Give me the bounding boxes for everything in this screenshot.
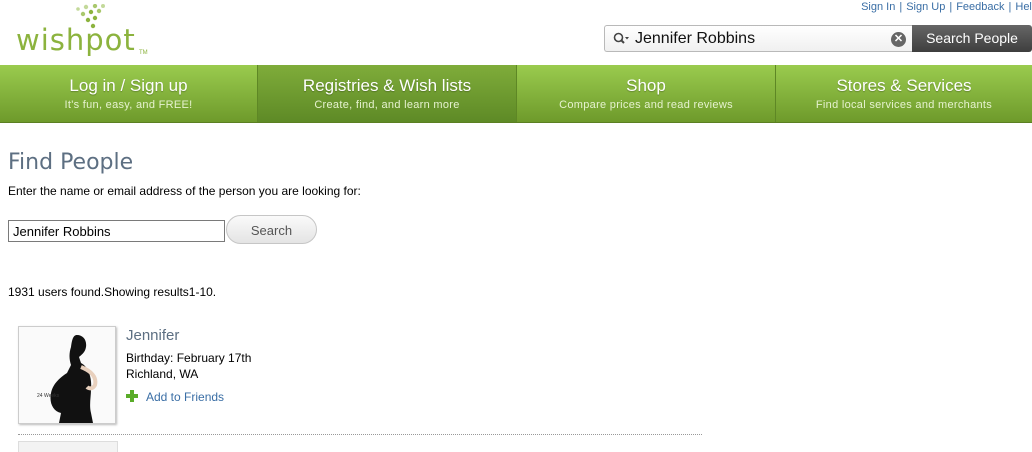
people-search-field[interactable]: Jennifer Robbins ✕ (604, 25, 912, 52)
separator: | (949, 1, 953, 13)
wishpot-logo[interactable]: wishpot TM (16, 4, 156, 60)
separator: | (899, 1, 903, 13)
top-links: Sign In|Sign Up|Feedback|Help (861, 1, 1032, 13)
main-nav: Log in / Sign up It's fun, easy, and FRE… (0, 65, 1032, 123)
result-location: Richland, WA (126, 367, 199, 381)
result-birthday: Birthday: February 17th (126, 351, 252, 365)
profile-photo[interactable]: 24 Weeks (18, 326, 116, 424)
photo-caption: 24 Weeks (37, 393, 60, 399)
help-link[interactable]: Help (1015, 1, 1032, 13)
result-name-link[interactable]: Jennifer (126, 327, 179, 344)
separator: | (1008, 1, 1012, 13)
nav-registries[interactable]: Registries & Wish lists Create, find, an… (258, 65, 517, 122)
nav-subtitle: It's fun, easy, and FREE! (64, 99, 193, 111)
page-title: Find People (8, 150, 134, 175)
search-icon (613, 32, 629, 44)
nav-title: Log in / Sign up (69, 76, 188, 95)
search-people-button[interactable]: Search People (912, 25, 1032, 52)
find-people-input[interactable] (8, 220, 225, 242)
nav-subtitle: Compare prices and read reviews (559, 99, 733, 111)
clear-icon[interactable]: ✕ (891, 32, 906, 47)
logo-trademark: TM (139, 50, 148, 56)
pregnant-woman-silhouette-icon: 24 Weeks (19, 327, 115, 423)
nav-title: Registries & Wish lists (302, 76, 472, 95)
result-divider (18, 434, 702, 435)
nav-subtitle: Create, find, and learn more (314, 99, 460, 111)
result-item: 24 Weeks Jennifer Birthday: February 17t… (18, 326, 702, 434)
next-result-photo (18, 441, 118, 452)
nav-shop[interactable]: Shop Compare prices and read reviews (517, 65, 776, 122)
logo-text: wishpot (16, 23, 136, 57)
plus-icon (126, 390, 138, 402)
results-summary: 1931 users found.Showing results1-10. (8, 285, 217, 299)
sign-up-link[interactable]: Sign Up (906, 1, 945, 13)
add-to-friends-link[interactable]: Add to Friends (126, 390, 224, 404)
search-button[interactable]: Search (226, 215, 317, 244)
instructions: Enter the name or email address of the p… (8, 184, 361, 198)
feedback-link[interactable]: Feedback (956, 1, 1004, 13)
nav-title: Stores & Services (836, 76, 972, 95)
nav-login-signup[interactable]: Log in / Sign up It's fun, easy, and FRE… (0, 65, 258, 122)
nav-title: Shop (626, 76, 666, 95)
add-to-friends-label: Add to Friends (146, 390, 225, 404)
sign-in-link[interactable]: Sign In (861, 1, 895, 13)
search-input[interactable]: Jennifer Robbins (635, 30, 755, 48)
nav-subtitle: Find local services and merchants (815, 99, 993, 111)
nav-stores-services[interactable]: Stores & Services Find local services an… (776, 65, 1032, 122)
